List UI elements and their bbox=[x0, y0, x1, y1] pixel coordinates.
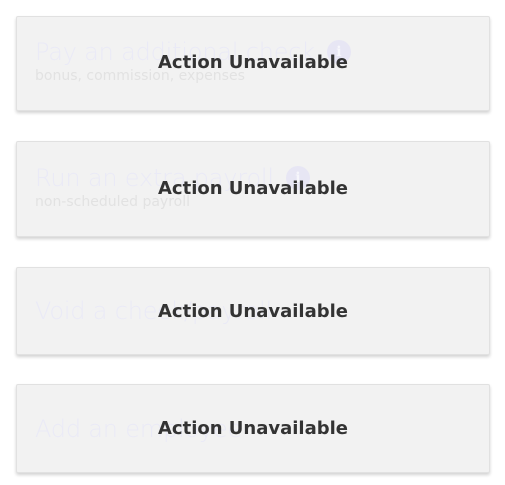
action-card-void-check: Void a check/payroll Action Unavailable bbox=[16, 267, 490, 355]
action-card-pay-additional-check: Pay an additional check i bonus, commiss… bbox=[16, 16, 490, 111]
action-unavailable-overlay: Action Unavailable bbox=[157, 418, 349, 439]
action-unavailable-overlay: Action Unavailable bbox=[157, 300, 349, 322]
action-unavailable-overlay: Action Unavailable bbox=[157, 52, 349, 73]
action-card-add-employee: Add an employee Action Unavailable bbox=[16, 384, 490, 473]
payroll-actions-list: Pay an additional check i bonus, commiss… bbox=[0, 0, 505, 485]
action-unavailable-overlay: Action Unavailable bbox=[157, 177, 349, 199]
action-card-run-extra-payroll: Run an extra payroll i non-scheduled pay… bbox=[16, 141, 490, 237]
